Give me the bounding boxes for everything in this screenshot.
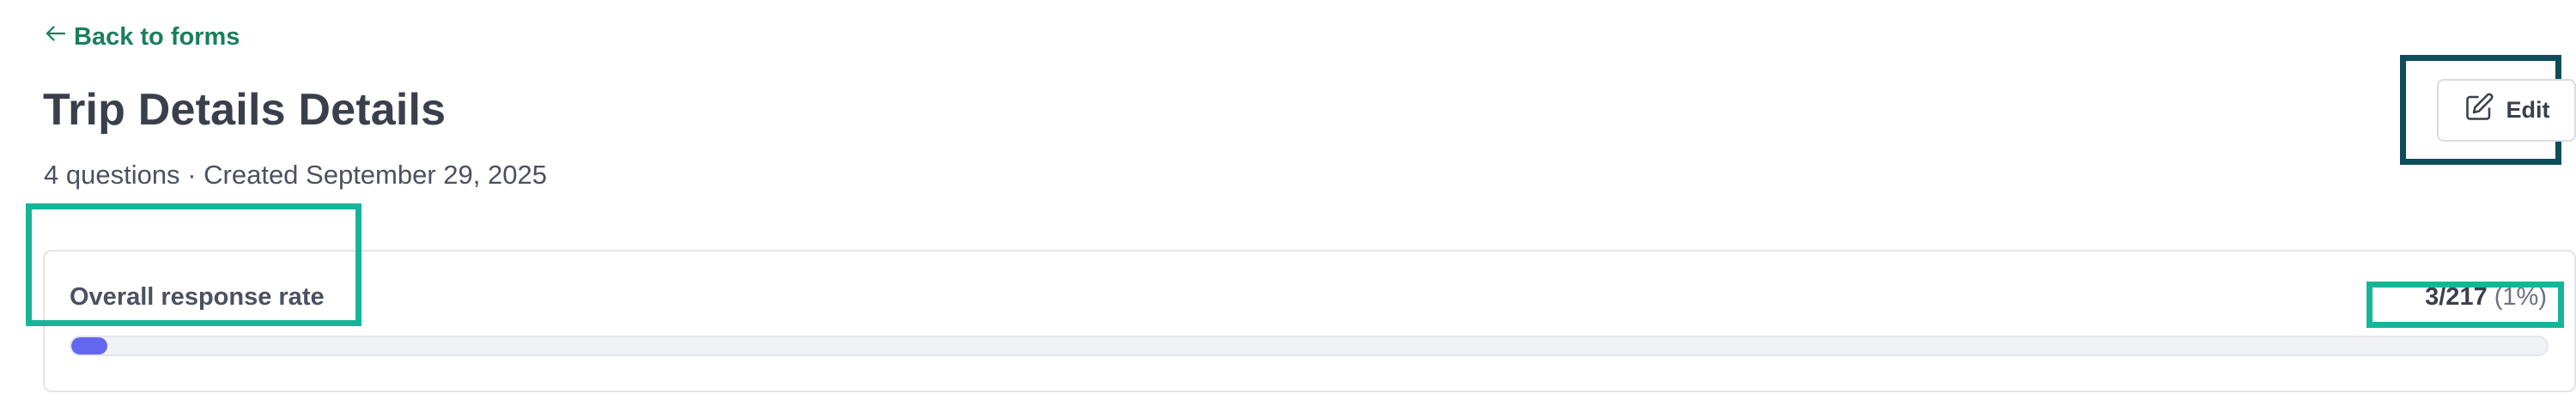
form-details-page: Back to forms Trip Details Details 4 que… xyxy=(0,0,2576,418)
page-title: Trip Details Details xyxy=(43,85,447,135)
response-rate-card xyxy=(43,250,2576,392)
arrow-left-icon xyxy=(43,21,69,53)
form-meta: 4 questions · Created September 29, 2025 xyxy=(44,160,547,191)
edit-button[interactable]: Edit xyxy=(2437,79,2576,142)
back-to-forms-link[interactable]: Back to forms xyxy=(43,21,240,53)
response-label-highlight-box xyxy=(26,203,361,326)
response-rate-progress-bar xyxy=(70,336,2549,356)
back-link-label: Back to forms xyxy=(74,22,240,51)
pencil-square-icon xyxy=(2464,92,2494,129)
response-rate-progress-fill xyxy=(71,337,107,354)
response-value-highlight-box xyxy=(2366,282,2564,328)
created-date: Created September 29, 2025 xyxy=(204,160,547,190)
edit-button-label: Edit xyxy=(2506,97,2550,123)
question-count: 4 questions xyxy=(44,160,180,190)
meta-separator: · xyxy=(187,160,197,190)
